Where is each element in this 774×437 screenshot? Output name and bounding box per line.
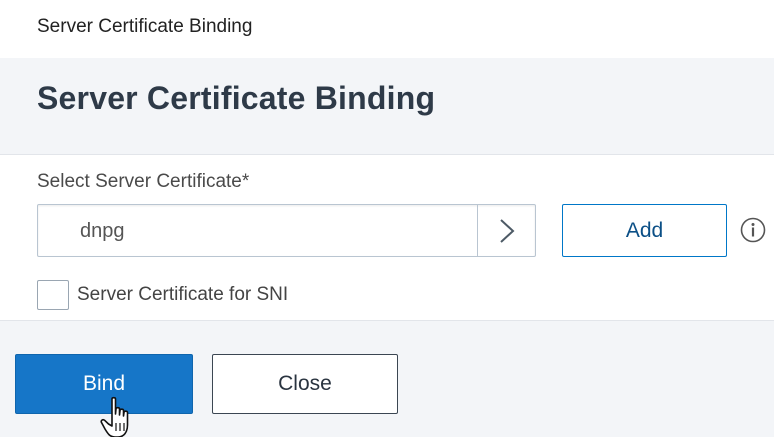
select-certificate-label: Select Server Certificate* <box>37 171 250 192</box>
hand-pointer-icon <box>100 396 129 437</box>
breadcrumb: Server Certificate Binding <box>37 16 253 37</box>
chevron-right-icon <box>499 218 514 243</box>
certificate-select-field[interactable]: dnpg <box>37 204 536 257</box>
selected-certificate-value: dnpg <box>80 220 125 242</box>
certificate-binding-page: Server Certificate Binding Server Certif… <box>0 0 774 437</box>
certificate-picker-button[interactable] <box>477 205 535 256</box>
page-title: Server Certificate Binding <box>37 80 436 116</box>
add-certificate-button[interactable]: Add <box>562 204 727 257</box>
close-button[interactable]: Close <box>212 354 398 414</box>
sni-checkbox[interactable] <box>37 280 69 310</box>
action-footer: Bind Close <box>0 320 774 437</box>
info-icon[interactable] <box>740 217 766 243</box>
sni-checkbox-label[interactable]: Server Certificate for SNI <box>77 284 288 306</box>
sni-option-row: Server Certificate for SNI <box>37 280 288 310</box>
panel-header: Server Certificate Binding <box>0 58 774 155</box>
